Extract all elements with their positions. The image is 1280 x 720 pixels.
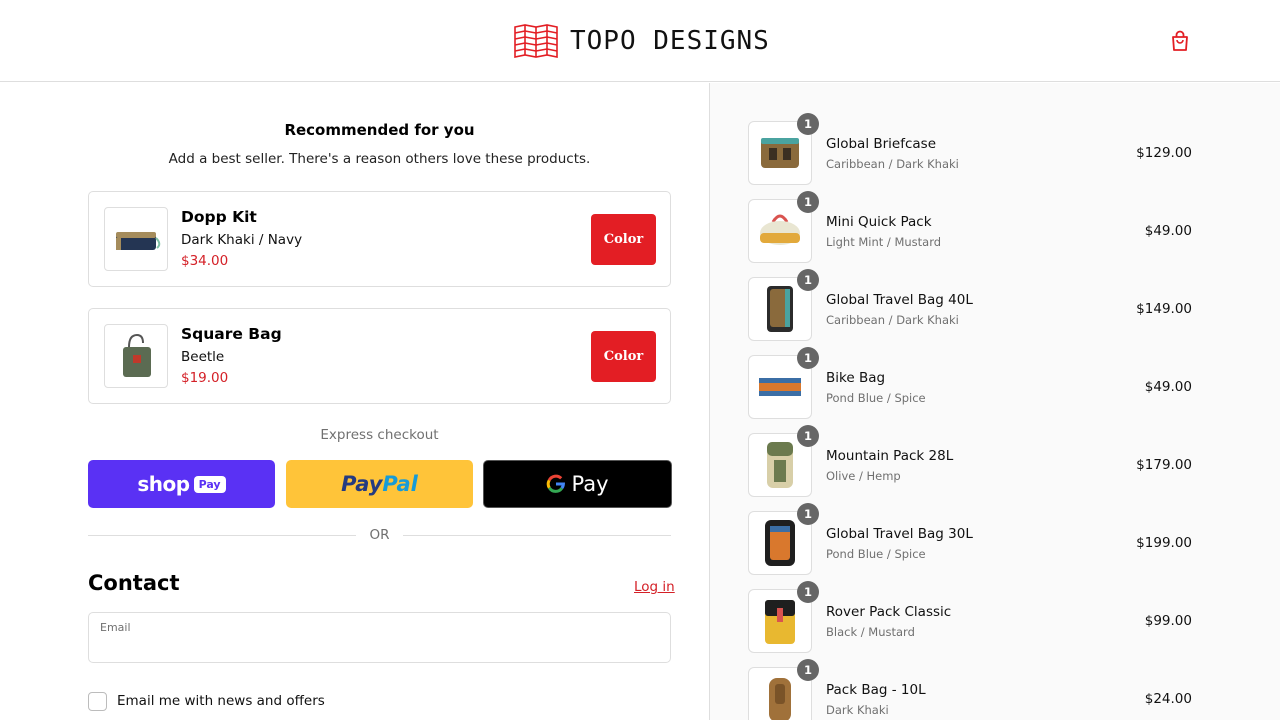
line-item-name: Global Briefcase <box>826 136 937 152</box>
newsletter-checkbox[interactable] <box>88 691 107 711</box>
shop-pay-button[interactable]: shop Pay <box>88 460 275 508</box>
line-item-name: Global Travel Bag 40L <box>826 292 973 308</box>
line-item-price: $129.00 <box>1136 145 1192 161</box>
line-item-name: Pack Bag - 10L <box>826 682 926 698</box>
order-summary: 1 Global Briefcase Caribbean / Dark Khak… <box>710 83 1280 720</box>
quantity-badge: 1 <box>797 269 819 291</box>
line-item-name: Mini Quick Pack <box>826 214 932 230</box>
quantity-badge: 1 <box>797 581 819 603</box>
google-pay-logo: Pay <box>546 472 609 496</box>
line-item: 1 Global Travel Bag 30L Pond Blue / Spic… <box>748 503 1192 575</box>
line-item-price: $199.00 <box>1136 535 1192 551</box>
line-item-name: Mountain Pack 28L <box>826 448 954 464</box>
site-header: TOPO DESIGNS <box>0 0 1280 82</box>
line-item: 1 Global Briefcase Caribbean / Dark Khak… <box>748 113 1192 185</box>
recommended-subtitle: Add a best seller. There's a reason othe… <box>168 151 591 167</box>
quantity-badge: 1 <box>797 191 819 213</box>
brand-name: TOPO DESIGNS <box>570 26 770 56</box>
paypal-button[interactable]: PayPal <box>286 460 473 508</box>
choose-color-button[interactable]: Color <box>591 214 656 265</box>
newsletter-label: Email me with news and offers <box>117 693 325 709</box>
line-item: 1 Pack Bag - 10L Dark Khaki $24.00 <box>748 659 1192 720</box>
paypal-logo: PayPal <box>341 472 418 496</box>
line-item: 1 Mini Quick Pack Light Mint / Mustard $… <box>748 191 1192 263</box>
line-item-variant: Caribbean / Dark Khaki <box>826 313 959 327</box>
email-input[interactable] <box>100 638 660 658</box>
brand-logo[interactable]: TOPO DESIGNS <box>514 24 770 58</box>
line-item-price: $179.00 <box>1136 457 1192 473</box>
line-item: 1 Global Travel Bag 40L Caribbean / Dark… <box>748 269 1192 341</box>
line-item-name: Global Travel Bag 30L <box>826 526 973 542</box>
shop-pay-logo: shop Pay <box>137 472 226 496</box>
quantity-badge: 1 <box>797 503 819 525</box>
email-label: Email <box>100 621 131 634</box>
line-item: 1 Mountain Pack 28L Olive / Hemp $179.00 <box>748 425 1192 497</box>
contact-heading: Contact <box>88 571 180 595</box>
choose-color-button[interactable]: Color <box>591 331 656 382</box>
recommended-product-variant: Dark Khaki / Navy <box>181 232 303 248</box>
line-item-price: $99.00 <box>1144 613 1192 629</box>
recommended-product-name[interactable]: Dopp Kit <box>181 208 257 226</box>
email-field[interactable]: Email <box>88 612 671 663</box>
recommended-product-price: $34.00 <box>181 253 229 269</box>
line-item-variant: Black / Mustard <box>826 625 915 639</box>
line-item-name: Bike Bag <box>826 370 886 386</box>
line-item-price: $24.00 <box>1144 691 1192 707</box>
recommended-product-name[interactable]: Square Bag <box>181 325 282 343</box>
recommended-product-card: Dopp Kit Dark Khaki / Navy $34.00 Color <box>88 191 671 287</box>
line-item-price: $49.00 <box>1144 223 1192 239</box>
express-checkout-label: Express checkout <box>320 427 439 443</box>
quantity-badge: 1 <box>797 425 819 447</box>
line-item-variant: Light Mint / Mustard <box>826 235 942 249</box>
quantity-badge: 1 <box>797 347 819 369</box>
newsletter-option[interactable]: Email me with news and offers <box>88 691 325 711</box>
google-pay-button[interactable]: Pay <box>483 460 672 508</box>
line-item-variant: Dark Khaki <box>826 703 889 717</box>
line-item-variant: Olive / Hemp <box>826 469 901 483</box>
recommended-product-price: $19.00 <box>181 370 229 386</box>
recommended-product-variant: Beetle <box>181 349 225 365</box>
product-thumbnail <box>104 324 168 388</box>
line-item-variant: Pond Blue / Spice <box>826 391 926 405</box>
or-text: OR <box>369 527 390 543</box>
shopping-bag-icon[interactable] <box>1168 29 1192 53</box>
quantity-badge: 1 <box>797 113 819 135</box>
line-item-price: $49.00 <box>1144 379 1192 395</box>
log-in-link[interactable]: Log in <box>634 579 675 595</box>
line-item-price: $149.00 <box>1136 301 1192 317</box>
line-item: 1 Rover Pack Classic Black / Mustard $99… <box>748 581 1192 653</box>
checkout-main: Recommended for you Add a best seller. T… <box>0 83 709 720</box>
or-divider: OR <box>88 527 671 545</box>
quantity-badge: 1 <box>797 659 819 681</box>
line-item: 1 Bike Bag Pond Blue / Spice $49.00 <box>748 347 1192 419</box>
line-item-variant: Caribbean / Dark Khaki <box>826 157 959 171</box>
line-item-variant: Pond Blue / Spice <box>826 547 926 561</box>
recommended-product-card: Square Bag Beetle $19.00 Color <box>88 308 671 404</box>
google-g-icon <box>547 474 566 493</box>
recommended-title: Recommended for you <box>284 121 475 139</box>
topo-map-logo-icon <box>514 24 558 58</box>
line-item-name: Rover Pack Classic <box>826 604 952 620</box>
product-thumbnail <box>104 207 168 271</box>
